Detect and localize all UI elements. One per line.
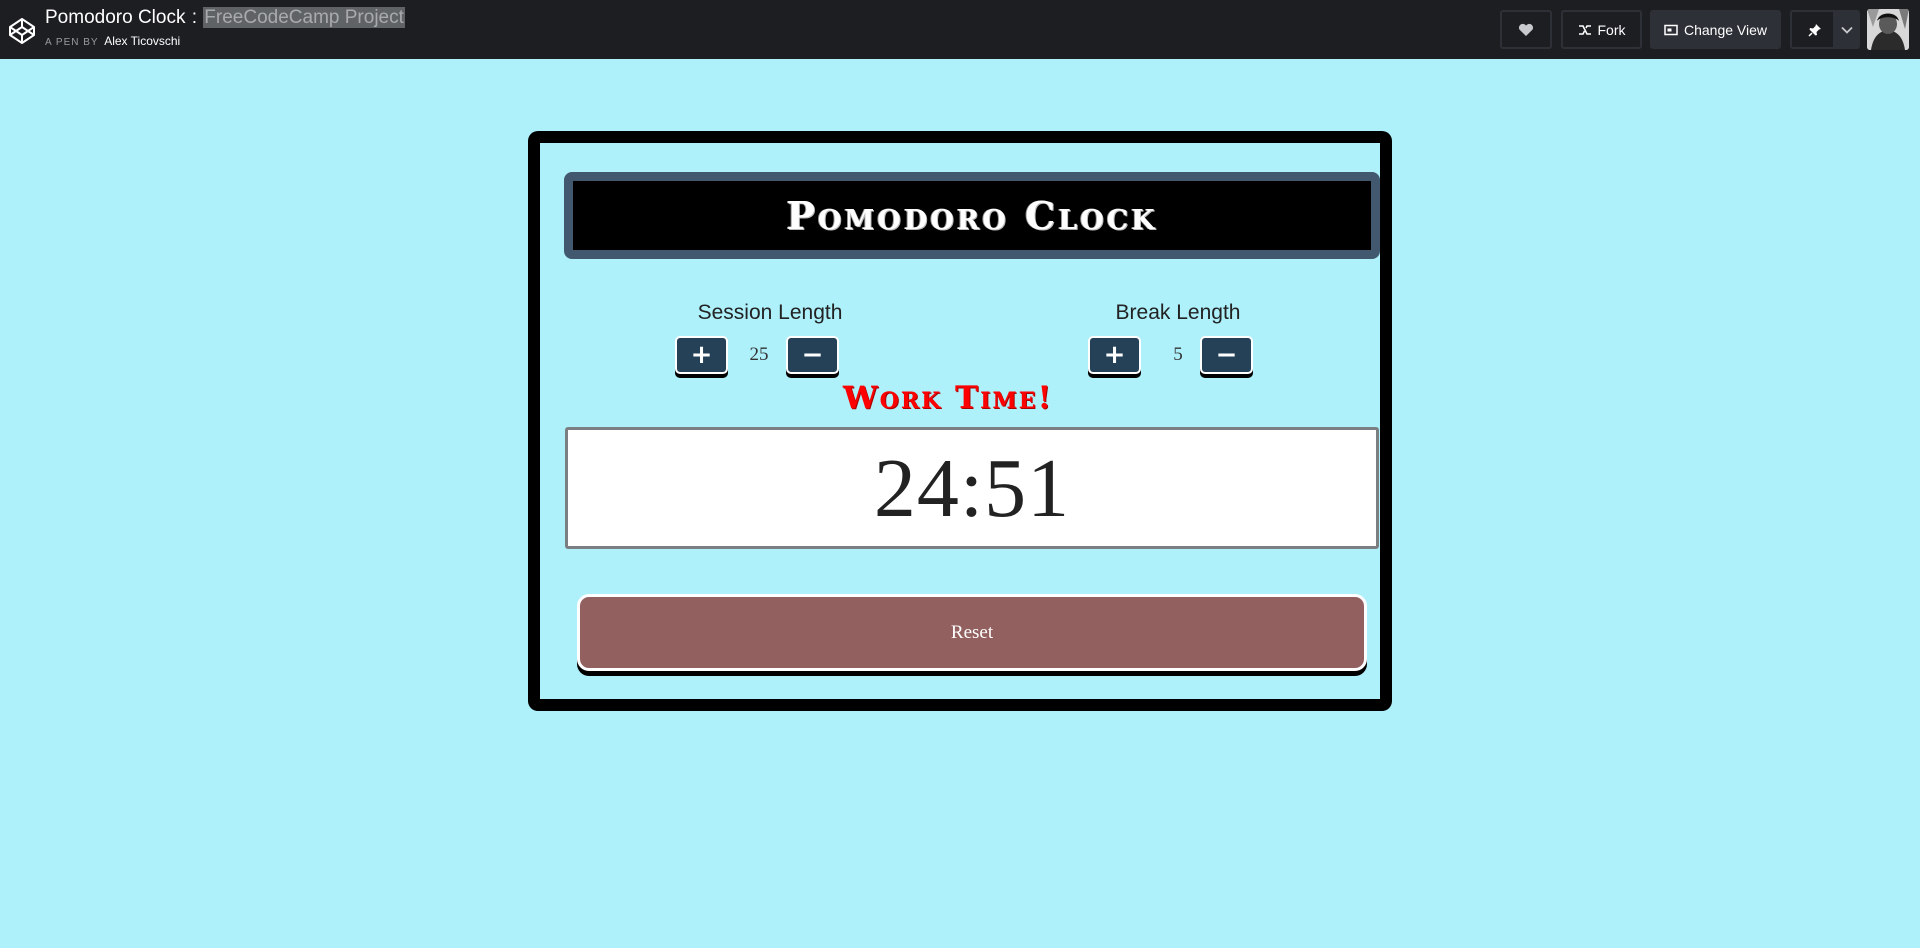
session-increase-button[interactable]: +: [675, 336, 728, 374]
break-increase-button[interactable]: +: [1088, 336, 1141, 374]
reset-button[interactable]: Reset: [577, 594, 1367, 671]
pin-icon: [1807, 23, 1821, 37]
pen-title-highlight: FreeCodeCamp Project: [203, 7, 405, 28]
session-length-value: 25: [749, 344, 769, 365]
break-decrease-button[interactable]: −: [1200, 336, 1253, 374]
mode-status: Work Time!: [842, 380, 1054, 416]
break-length-label: Break Length: [1115, 301, 1241, 324]
change-view-icon: [1664, 24, 1678, 35]
byline-prefix: A PEN BY: [45, 37, 99, 48]
pen-title[interactable]: Pomodoro Clock : FreeCodeCamp Project: [45, 7, 405, 29]
fork-icon: [1578, 24, 1591, 35]
break-length-value: 5: [1173, 344, 1183, 365]
minus-icon: −: [801, 340, 824, 370]
session-decrease-button[interactable]: −: [786, 336, 839, 374]
timer-value: 24:51: [873, 441, 1071, 535]
like-button[interactable]: [1500, 10, 1552, 49]
app-title: Pomodoro Clock: [786, 193, 1158, 238]
reset-label: Reset: [950, 621, 994, 643]
change-view-button[interactable]: Change View: [1650, 10, 1781, 49]
pen-title-separator: :: [191, 7, 198, 28]
author-link[interactable]: Alex Ticovschi: [104, 34, 180, 48]
timer-display[interactable]: 24:51: [565, 427, 1379, 549]
chevron-down-icon: [1840, 26, 1853, 34]
user-avatar[interactable]: [1867, 9, 1909, 50]
heart-icon: [1518, 23, 1534, 36]
fork-label: Fork: [1597, 21, 1626, 38]
pen-title-main: Pomodoro Clock: [45, 7, 186, 28]
change-view-label: Change View: [1683, 21, 1768, 38]
plus-icon: +: [690, 340, 713, 370]
app-title-box: Pomodoro Clock: [564, 172, 1380, 259]
codepen-logo-icon[interactable]: [7, 16, 37, 46]
pin-dropdown-button[interactable]: [1833, 10, 1860, 49]
pen-byline: A PEN BY Alex Ticovschi: [45, 34, 180, 48]
fork-button[interactable]: Fork: [1561, 10, 1642, 49]
pomodoro-app: Pomodoro Clock Session Length Break Leng…: [528, 131, 1392, 711]
pin-button[interactable]: [1790, 10, 1837, 49]
codepen-header: Pomodoro Clock : FreeCodeCamp Project A …: [0, 0, 1920, 59]
avatar-image: [1867, 9, 1909, 50]
plus-icon: +: [1103, 340, 1126, 370]
session-length-label: Session Length: [697, 301, 843, 324]
minus-icon: −: [1215, 340, 1238, 370]
